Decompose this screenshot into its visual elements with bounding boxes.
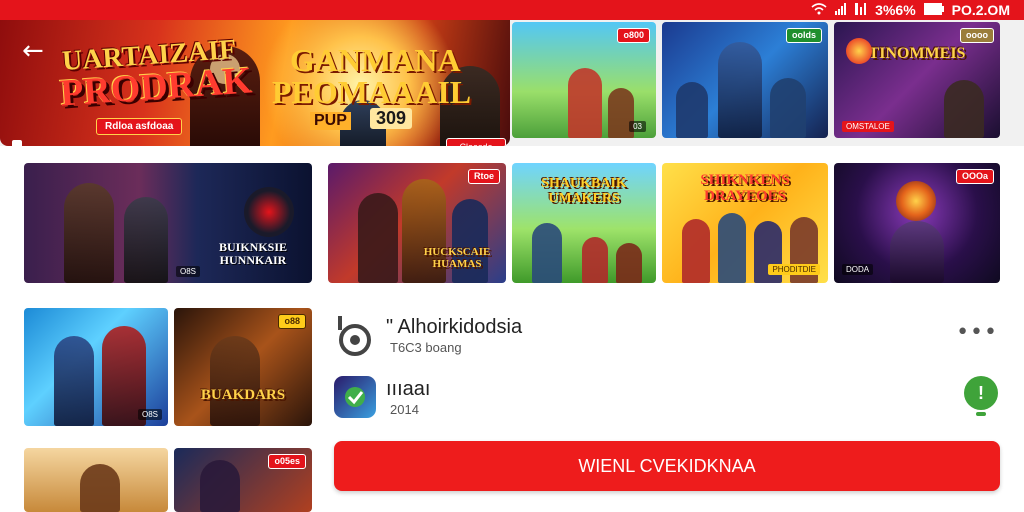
game-thumbnail[interactable]: BUIKNKSIE HUNNKAIR O8S [24,163,312,283]
game-label: OMSTALOE [842,121,894,132]
game-thumbnail[interactable]: o800 03 [512,22,656,138]
game-title: BUIKNKSIE HUNNKAIR [218,240,288,267]
app-screen: 3%6% PO.2.OM ← UARTAIZAIF PRODRAK Rdloa … [0,0,1024,512]
game-badge: oolds [786,28,822,43]
game-character [682,219,710,283]
app-subtitle: 2014 [390,402,419,417]
game-character [718,213,746,283]
game-thumbnail[interactable]: BUAKDARS o88 [174,308,312,426]
game-character [532,223,562,283]
status-time: PO.2.OM [951,2,1010,18]
app-title: ıııaaı [386,378,431,400]
hero-corner-button[interactable]: Cloasdo [446,138,506,146]
game-character [452,199,488,283]
hero-title-line4: PEOMAAAIL [272,74,472,110]
list-item[interactable]: " Alhoirkidodsia T6C3 boang ••• [334,310,1004,362]
game-title: BUAKDARS [200,387,286,403]
hero-tag[interactable]: Rdloa asfdoaa [96,118,183,135]
game-character [582,237,608,283]
status-bar: 3%6% PO.2.OM [0,0,1024,20]
download-icon[interactable]: ! [964,376,998,416]
hero-price-left: PUP [310,112,351,130]
game-title: HUCKSCAIE HUAMAS [423,246,491,270]
game-badge: OOOa [955,169,994,184]
game-character [568,68,602,138]
game-character [200,460,240,512]
battery-icon [923,2,944,18]
game-thumbnail[interactable]: o05es [174,448,312,512]
battery-percent: 3%6% [875,2,916,18]
game-label: 03 [629,121,646,132]
game-label: O8S [137,409,162,420]
hero-title-line3: GANMANA [290,42,461,78]
signal-icon [835,2,847,18]
game-label: PHODITDIE [768,264,820,275]
game-thumbnail[interactable]: SHAUKBAIK UMAKERS [512,163,656,283]
game-label: DODA [842,264,874,275]
game-thumbnail[interactable] [24,448,168,512]
game-title: SHIKNKENS DRAYEOES [700,172,790,204]
game-thumbnail[interactable]: O8S [24,308,168,426]
game-badge: Rtoe [468,169,500,184]
wifi-icon [811,2,827,18]
hero-banner[interactable]: ← UARTAIZAIF PRODRAK Rdloa asfdoaa GANMA… [0,20,510,146]
app-title: " Alhoirkidodsia [386,316,523,338]
game-character [770,78,806,138]
game-character [54,336,94,426]
game-character [210,336,260,426]
app-subtitle: T6C3 boang [390,340,462,355]
game-emblem [846,38,872,64]
game-character [676,82,708,138]
more-options-icon[interactable]: ••• [956,320,998,345]
game-label: O8S [176,266,201,277]
game-character [616,243,642,283]
game-badge: o05es [268,454,306,469]
game-character [718,42,762,138]
app-logo-icon [334,314,376,356]
back-arrow-icon[interactable]: ← [22,38,44,64]
game-thumbnail[interactable]: Rtoe HUCKSCAIE HUAMAS [328,163,506,283]
game-character [944,80,984,138]
game-thumbnail[interactable]: OOOa DODA [834,163,1000,283]
app-icon [334,376,376,418]
game-badge: oooo [960,28,994,43]
game-character [80,464,120,512]
game-character [358,193,398,283]
game-badge: o88 [278,314,306,329]
game-thumbnail[interactable]: TINOMMEIS oooo OMSTALOE [834,22,1000,138]
game-thumbnail[interactable]: SHIKNKENS DRAYEOES PHODITDIE [662,163,828,283]
game-thumbnail[interactable]: oolds [662,22,828,138]
primary-action-button[interactable]: WIENL CVEKIDKNAA [334,441,1000,491]
game-character-head [244,187,294,237]
game-emblem [896,181,936,221]
game-badge: o800 [617,28,650,43]
hero-price-right: 309 [370,108,413,129]
game-title: SHAUKBAIK UMAKERS [541,176,627,206]
game-character [124,197,168,283]
list-item[interactable]: ıııaaı 2014 ! [334,372,1004,424]
signal-icon [855,2,867,18]
game-character [890,221,944,283]
game-character [64,183,114,283]
